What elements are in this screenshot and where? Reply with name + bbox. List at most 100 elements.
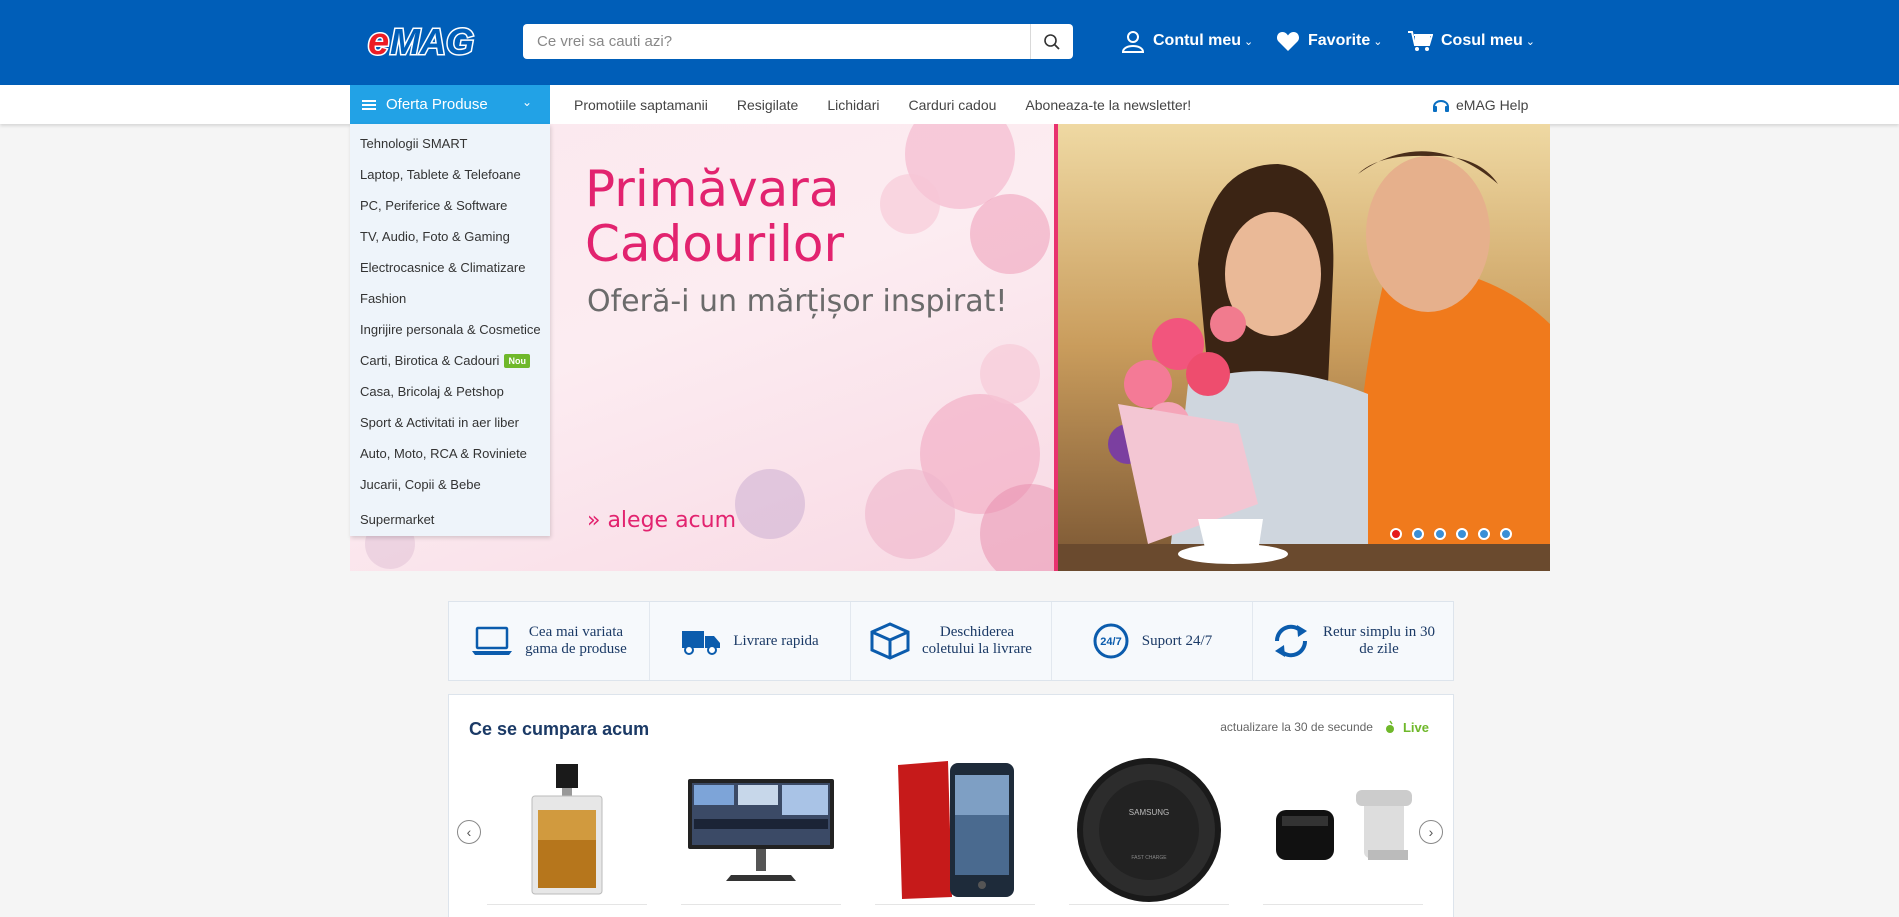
offer-label: Oferta Produse [386, 96, 488, 113]
carousel-prev-button[interactable]: ‹ [457, 820, 481, 844]
chevron-down-icon: ⌄ [1525, 35, 1536, 48]
nav-link-gift-cards[interactable]: Carduri cadou [908, 97, 996, 113]
new-badge: Nou [504, 353, 530, 368]
account-label: Contul meu [1153, 32, 1241, 49]
slider-dot[interactable] [1500, 528, 1512, 540]
feature-line2: gama de produse [525, 641, 627, 657]
feature-line2: coletului la livrare [922, 641, 1032, 657]
user-icon [1121, 31, 1145, 53]
category-label: Fashion [360, 291, 407, 306]
feature-line1: Cea mai variata [528, 624, 624, 640]
account-menu[interactable]: Contul meu ⌄ [1121, 26, 1253, 56]
category-label: Sport & Activitati in aer liber [360, 415, 519, 430]
category-label: Auto, Moto, RCA & Roviniete [360, 446, 527, 461]
feature-line1: Deschiderea [939, 624, 1015, 640]
category-label: Casa, Bricolaj & Petshop [360, 384, 504, 399]
category-item-fashion[interactable]: Fashion [350, 283, 550, 314]
couple-with-flowers-image [1058, 124, 1550, 571]
category-label: Electrocasnice & Climatizare [360, 260, 526, 275]
feature-line1: Suport 24/7 [1141, 632, 1213, 649]
nav-link-resigilate[interactable]: Resigilate [737, 97, 798, 113]
chevron-left-icon: ‹ [466, 824, 472, 840]
svg-text:24/7: 24/7 [1100, 636, 1121, 648]
feature-variety[interactable]: Cea mai variata gama de produse [449, 602, 650, 680]
category-label: Carti, Birotica & Cadouri [360, 353, 500, 368]
feature-line2: de zile [1359, 641, 1399, 657]
category-label: Jucarii, Copii & Bebe [360, 477, 481, 492]
chevron-down-icon: ⌄ [1244, 35, 1254, 48]
trending-title: Ce se cumpara acum [469, 719, 650, 739]
live-label: Live [1402, 719, 1429, 735]
product-card[interactable]: SAMSUNG FAST CHARGE [1069, 755, 1229, 905]
features-strip: Cea mai variata gama de produse Livrare r… [448, 601, 1454, 681]
nav-links: Promotiile saptamanii Resigilate Lichida… [574, 85, 1220, 124]
product-card[interactable] [487, 755, 647, 905]
wireless-charger-image: SAMSUNG FAST CHARGE [1077, 757, 1221, 902]
chevron-right-icon: › [1428, 824, 1434, 840]
category-menu: Tehnologii SMART Laptop, Tablete & Telef… [350, 124, 550, 536]
product-card[interactable] [875, 755, 1035, 905]
category-item-smart[interactable]: Tehnologii SMART [350, 128, 550, 159]
nav-link-lichidari[interactable]: Lichidari [827, 97, 879, 113]
hero-title-line2: Cadourilor [585, 215, 845, 273]
search-input[interactable] [523, 24, 1030, 59]
product-offer-button[interactable]: Oferta Produse ⌄ [350, 85, 550, 124]
emag-logo[interactable]: e MAG [366, 20, 504, 62]
laptop-icon [472, 626, 513, 655]
phone-case-image [898, 760, 1014, 899]
svg-text:MAG: MAG [390, 21, 474, 62]
category-item-supermarket[interactable]: Supermarket [350, 504, 550, 535]
svg-text:e: e [368, 21, 389, 62]
monitor-image [688, 778, 834, 881]
help-link[interactable]: eMAG Help [1432, 85, 1528, 124]
slider-dot[interactable] [1390, 528, 1402, 540]
svg-text:FAST CHARGE: FAST CHARGE [1131, 855, 1167, 861]
hero-cta-link[interactable]: » alege acum [587, 508, 736, 533]
category-item-laptop[interactable]: Laptop, Tablete & Telefoane [350, 159, 550, 190]
hero-title: Primăvara Cadourilor [585, 162, 844, 272]
category-item-cosmetics[interactable]: Ingrijire personala & Cosmetice [350, 314, 550, 345]
feature-return[interactable]: Retur simplu in 30 de zile [1253, 602, 1453, 680]
category-item-books[interactable]: Carti, Birotica & Cadouri Nou [350, 345, 550, 376]
product-card[interactable] [681, 755, 841, 905]
feature-support[interactable]: 24/7 Suport 24/7 [1052, 602, 1253, 680]
category-label: PC, Periferice & Software [360, 198, 508, 213]
headset-icon [1433, 99, 1449, 112]
slider-dot[interactable] [1434, 528, 1446, 540]
perfume-bottle-image [531, 763, 603, 894]
category-item-appliances[interactable]: Electrocasnice & Climatizare [350, 252, 550, 283]
nav-link-newsletter[interactable]: Aboneaza-te la newsletter! [1025, 97, 1191, 113]
category-item-auto[interactable]: Auto, Moto, RCA & Roviniete [350, 438, 550, 469]
svg-text:SAMSUNG: SAMSUNG [1129, 808, 1169, 817]
cart-menu[interactable]: Cosul meu ⌄ [1407, 26, 1535, 56]
slider-dot[interactable] [1456, 528, 1468, 540]
category-item-sport[interactable]: Sport & Activitati in aer liber [350, 407, 550, 438]
trending-section: Ce se cumpara acum actualizare la 30 de … [448, 694, 1454, 917]
box-icon [870, 622, 910, 660]
top-header: e MAG Contul meu ⌄ Favorite ⌄ [0, 0, 1899, 85]
category-label: Ingrijire personala & Cosmetice [360, 322, 541, 337]
update-text: actualizare la 30 de secunde [1220, 720, 1373, 734]
search-button[interactable] [1030, 24, 1073, 59]
slider-dot[interactable] [1412, 528, 1424, 540]
category-item-home[interactable]: Casa, Bricolaj & Petshop [350, 376, 550, 407]
feature-delivery[interactable]: Livrare rapida [650, 602, 851, 680]
menu-icon [362, 98, 376, 112]
category-label: TV, Audio, Foto & Gaming [360, 229, 510, 244]
live-icon [1385, 720, 1394, 733]
feature-open-package[interactable]: Deschiderea coletului la livrare [851, 602, 1052, 680]
kitchen-appliances-image [1276, 789, 1412, 860]
category-item-tv[interactable]: TV, Audio, Foto & Gaming [350, 221, 550, 252]
return-arrows-icon [1274, 624, 1307, 658]
search-box [523, 24, 1073, 59]
slider-dot[interactable] [1478, 528, 1490, 540]
nav-link-promotions[interactable]: Promotiile saptamanii [574, 97, 708, 113]
hero-title-line1: Primăvara [585, 160, 840, 218]
favorites-menu[interactable]: Favorite ⌄ [1276, 26, 1382, 56]
category-item-toys[interactable]: Jucarii, Copii & Bebe [350, 469, 550, 500]
chevron-down-icon: ⌄ [521, 95, 532, 109]
slider-dots [1390, 528, 1522, 540]
category-item-pc[interactable]: PC, Periferice & Software [350, 190, 550, 221]
hero-subtitle: Oferă-i un mărțișor inspirat! [587, 284, 1008, 319]
product-card[interactable] [1263, 755, 1423, 905]
